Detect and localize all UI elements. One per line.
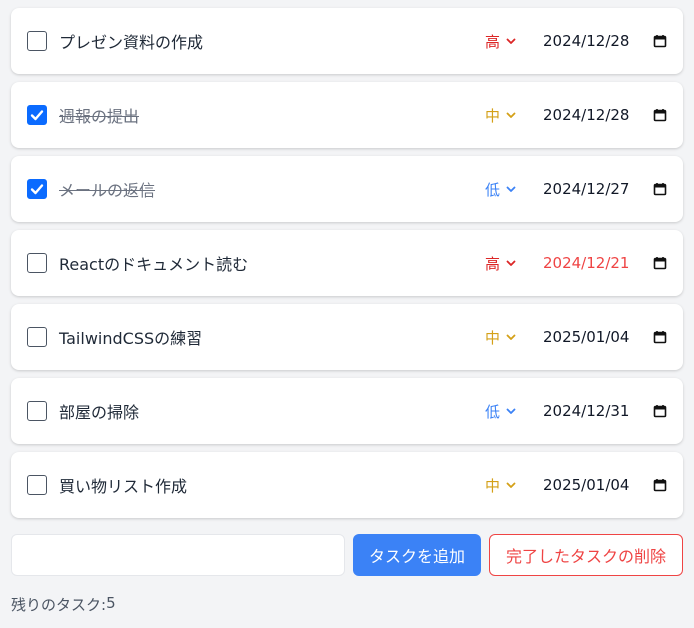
calendar-icon[interactable]: [653, 108, 667, 122]
due-date-input[interactable]: 2025/01/04: [543, 328, 667, 346]
task-item: 週報の提出 中 2024/12/28: [11, 82, 683, 148]
task-checkbox[interactable]: [27, 401, 47, 421]
task-title: 買い物リスト作成: [59, 477, 188, 496]
task-title: Reactのドキュメント読む: [59, 255, 249, 274]
check-icon: [30, 184, 44, 195]
due-date-value: 2024/12/21: [543, 254, 630, 272]
priority-select[interactable]: 中: [485, 475, 525, 496]
priority-value: 中: [485, 328, 501, 347]
calendar-icon[interactable]: [653, 330, 667, 344]
task-title: 部屋の掃除: [59, 403, 140, 422]
task-item: 買い物リスト作成 中 2025/01/04: [11, 452, 683, 518]
due-date-value: 2024/12/28: [543, 32, 630, 50]
priority-select[interactable]: 中: [485, 327, 525, 348]
remaining-count: 残りのタスク: 5: [11, 594, 116, 615]
task-item: 部屋の掃除 低 2024/12/31: [11, 378, 683, 444]
calendar-icon[interactable]: [653, 256, 667, 270]
due-date-input[interactable]: 2024/12/28: [543, 32, 667, 50]
chevron-down-icon: [506, 334, 516, 340]
task-title: プレゼン資料の作成: [59, 33, 204, 52]
check-icon: [30, 110, 44, 121]
task-item: プレゼン資料の作成 高 2024/12/28: [11, 8, 683, 74]
task-title: TailwindCSSの練習: [59, 329, 203, 348]
priority-select[interactable]: 低: [485, 401, 525, 422]
remaining-label: 残りのタスク:: [11, 596, 107, 614]
task-checkbox[interactable]: [27, 105, 47, 125]
due-date-value: 2024/12/27: [543, 180, 630, 198]
delete-completed-button[interactable]: 完了したタスクの削除: [489, 534, 683, 576]
chevron-down-icon: [506, 260, 516, 266]
add-task-button[interactable]: タスクを追加: [353, 534, 481, 576]
calendar-icon[interactable]: [653, 478, 667, 492]
due-date-input[interactable]: 2024/12/28: [543, 106, 667, 124]
due-date-value: 2024/12/28: [543, 106, 630, 124]
due-date-input[interactable]: 2024/12/27: [543, 180, 667, 198]
due-date-value: 2025/01/04: [543, 328, 630, 346]
due-date-input[interactable]: 2024/12/31: [543, 402, 667, 420]
due-date-value: 2025/01/04: [543, 476, 630, 494]
task-item: TailwindCSSの練習 中 2025/01/04: [11, 304, 683, 370]
add-task-form: タスクを追加 完了したタスクの削除: [11, 534, 683, 576]
calendar-icon[interactable]: [653, 34, 667, 48]
chevron-down-icon: [506, 186, 516, 192]
task-item: メールの返信 低 2024/12/27: [11, 156, 683, 222]
task-checkbox[interactable]: [27, 475, 47, 495]
task-checkbox[interactable]: [27, 31, 47, 51]
priority-value: 高: [485, 32, 501, 51]
chevron-down-icon: [506, 482, 516, 488]
priority-value: 低: [485, 402, 501, 421]
task-checkbox[interactable]: [27, 253, 47, 273]
calendar-icon[interactable]: [653, 404, 667, 418]
task-title: メールの返信: [59, 181, 156, 200]
priority-select[interactable]: 高: [485, 253, 525, 274]
remaining-number: 5: [106, 594, 116, 612]
calendar-icon[interactable]: [653, 182, 667, 196]
due-date-input[interactable]: 2024/12/21: [543, 254, 667, 272]
task-checkbox[interactable]: [27, 179, 47, 199]
priority-select[interactable]: 高: [485, 31, 525, 52]
due-date-input[interactable]: 2025/01/04: [543, 476, 667, 494]
task-checkbox[interactable]: [27, 327, 47, 347]
task-list: プレゼン資料の作成 高 2024/12/28 週報の提出 中 2024/12/2…: [11, 8, 683, 526]
priority-select[interactable]: 中: [485, 105, 525, 126]
task-item: Reactのドキュメント読む 高 2024/12/21: [11, 230, 683, 296]
priority-value: 中: [485, 476, 501, 495]
task-title: 週報の提出: [59, 107, 140, 126]
priority-value: 高: [485, 254, 501, 273]
chevron-down-icon: [506, 38, 516, 44]
new-task-input[interactable]: [11, 534, 345, 576]
chevron-down-icon: [506, 408, 516, 414]
priority-value: 低: [485, 180, 501, 199]
due-date-value: 2024/12/31: [543, 402, 630, 420]
priority-value: 中: [485, 106, 501, 125]
priority-select[interactable]: 低: [485, 179, 525, 200]
chevron-down-icon: [506, 112, 516, 118]
